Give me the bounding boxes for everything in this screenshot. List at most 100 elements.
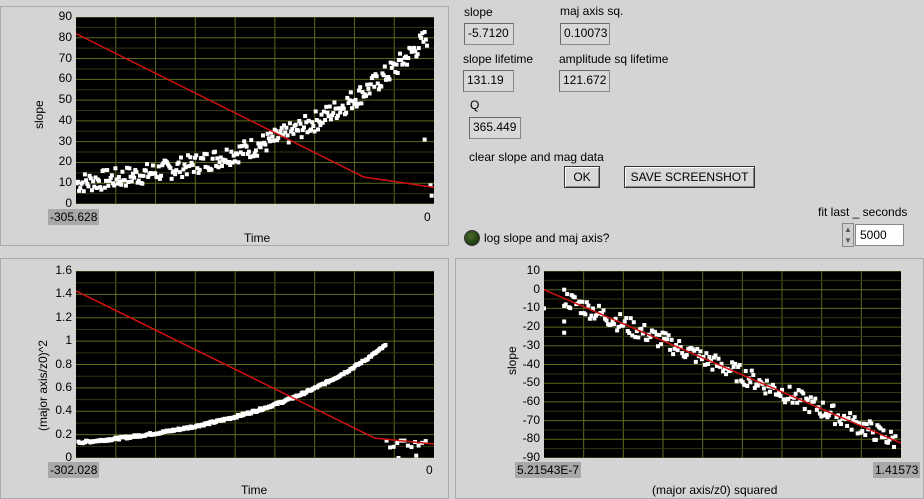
data-point xyxy=(659,342,664,347)
slope-label: slope xyxy=(464,5,493,19)
data-point xyxy=(693,359,698,364)
data-point xyxy=(260,133,265,138)
data-point xyxy=(219,164,224,169)
data-point xyxy=(863,433,868,438)
data-point xyxy=(601,308,606,313)
data-point xyxy=(398,51,403,56)
data-point xyxy=(209,167,214,172)
data-point xyxy=(116,174,121,179)
spinner-up-icon[interactable]: ▲ xyxy=(843,224,853,235)
data-point xyxy=(287,121,292,126)
q-label: Q xyxy=(470,98,480,112)
data-point xyxy=(615,328,620,333)
data-point xyxy=(94,185,99,190)
data-point xyxy=(285,133,290,138)
data-point xyxy=(232,159,237,164)
data-point xyxy=(82,172,87,177)
data-point xyxy=(184,172,189,177)
fit-line xyxy=(544,289,901,444)
data-point xyxy=(628,316,633,321)
data-point xyxy=(382,64,387,69)
y-tick-label: 20 xyxy=(58,154,72,169)
fit-seconds-spinner[interactable]: ▲ ▼ xyxy=(842,223,854,247)
data-point xyxy=(242,139,247,144)
data-point xyxy=(229,149,234,154)
data-point xyxy=(562,319,567,324)
chart1-xmax[interactable]: 0 xyxy=(424,210,431,224)
data-point xyxy=(132,175,137,180)
data-point xyxy=(586,303,591,308)
chart1-plot[interactable] xyxy=(76,17,434,204)
data-point xyxy=(820,400,825,405)
data-point xyxy=(409,445,414,450)
data-point xyxy=(332,100,337,105)
data-point xyxy=(194,153,199,158)
y-tick-label: 40 xyxy=(58,112,72,127)
data-point xyxy=(787,384,792,389)
data-point xyxy=(156,164,161,169)
data-point xyxy=(246,149,251,154)
data-point xyxy=(698,349,703,354)
data-point xyxy=(406,56,411,61)
data-point xyxy=(78,186,83,191)
y-tick-label: -70 xyxy=(522,412,540,427)
chart1-xmin[interactable]: -305.628 xyxy=(48,209,100,225)
q-indicator: 365.449 xyxy=(469,117,521,139)
data-point xyxy=(80,180,85,185)
ok-button[interactable]: OK xyxy=(564,166,600,188)
data-point xyxy=(127,166,132,171)
data-point xyxy=(892,444,897,449)
data-point xyxy=(333,106,338,111)
chart3-xmax[interactable]: 1.41573 xyxy=(873,462,921,478)
data-point xyxy=(831,403,836,408)
data-point xyxy=(106,183,111,188)
data-point xyxy=(751,372,756,377)
data-point xyxy=(341,106,346,111)
chart2-xmax[interactable]: 0 xyxy=(426,463,433,477)
data-point xyxy=(109,173,114,178)
data-point xyxy=(350,106,355,111)
fit-seconds-label: fit last _ seconds xyxy=(818,205,908,219)
chart3-plot[interactable] xyxy=(544,271,901,458)
chart3-xmin[interactable]: 5.21543E-7 xyxy=(515,462,582,478)
data-point xyxy=(414,453,419,458)
chart2-plot[interactable] xyxy=(76,271,434,458)
data-point xyxy=(415,52,420,57)
data-point xyxy=(391,444,396,449)
save-screenshot-button[interactable]: SAVE SCREENSHOT xyxy=(624,166,755,188)
data-point xyxy=(293,122,298,127)
log-toggle-led[interactable] xyxy=(464,230,480,246)
data-point xyxy=(188,155,193,160)
slope-lifetime-label: slope lifetime xyxy=(463,52,534,66)
data-point xyxy=(562,287,567,292)
data-point xyxy=(104,178,109,183)
data-point xyxy=(180,174,185,179)
data-point xyxy=(684,352,689,357)
data-point xyxy=(596,303,601,308)
data-point xyxy=(852,415,857,420)
data-point xyxy=(395,441,400,446)
y-tick-label: 80 xyxy=(58,29,72,44)
data-point xyxy=(313,109,318,114)
data-point xyxy=(291,131,296,136)
data-point xyxy=(405,443,410,448)
data-point xyxy=(331,111,336,116)
data-point xyxy=(763,391,768,396)
data-point xyxy=(84,178,89,183)
data-point xyxy=(338,110,343,115)
data-point xyxy=(860,429,865,434)
chart2-xmin[interactable]: -302.028 xyxy=(48,462,100,478)
data-point xyxy=(562,330,567,335)
data-point xyxy=(368,82,373,87)
fit-seconds-input[interactable]: 5000 xyxy=(855,224,904,246)
data-point xyxy=(105,168,110,173)
data-point xyxy=(244,144,249,149)
y-tick-label: 1.2 xyxy=(55,309,72,324)
spinner-down-icon[interactable]: ▼ xyxy=(843,235,853,246)
data-point xyxy=(396,456,401,458)
y-tick-label: -10 xyxy=(522,300,540,315)
data-point xyxy=(271,138,276,143)
data-point xyxy=(761,386,766,391)
data-point xyxy=(893,434,898,439)
data-point xyxy=(309,127,314,132)
